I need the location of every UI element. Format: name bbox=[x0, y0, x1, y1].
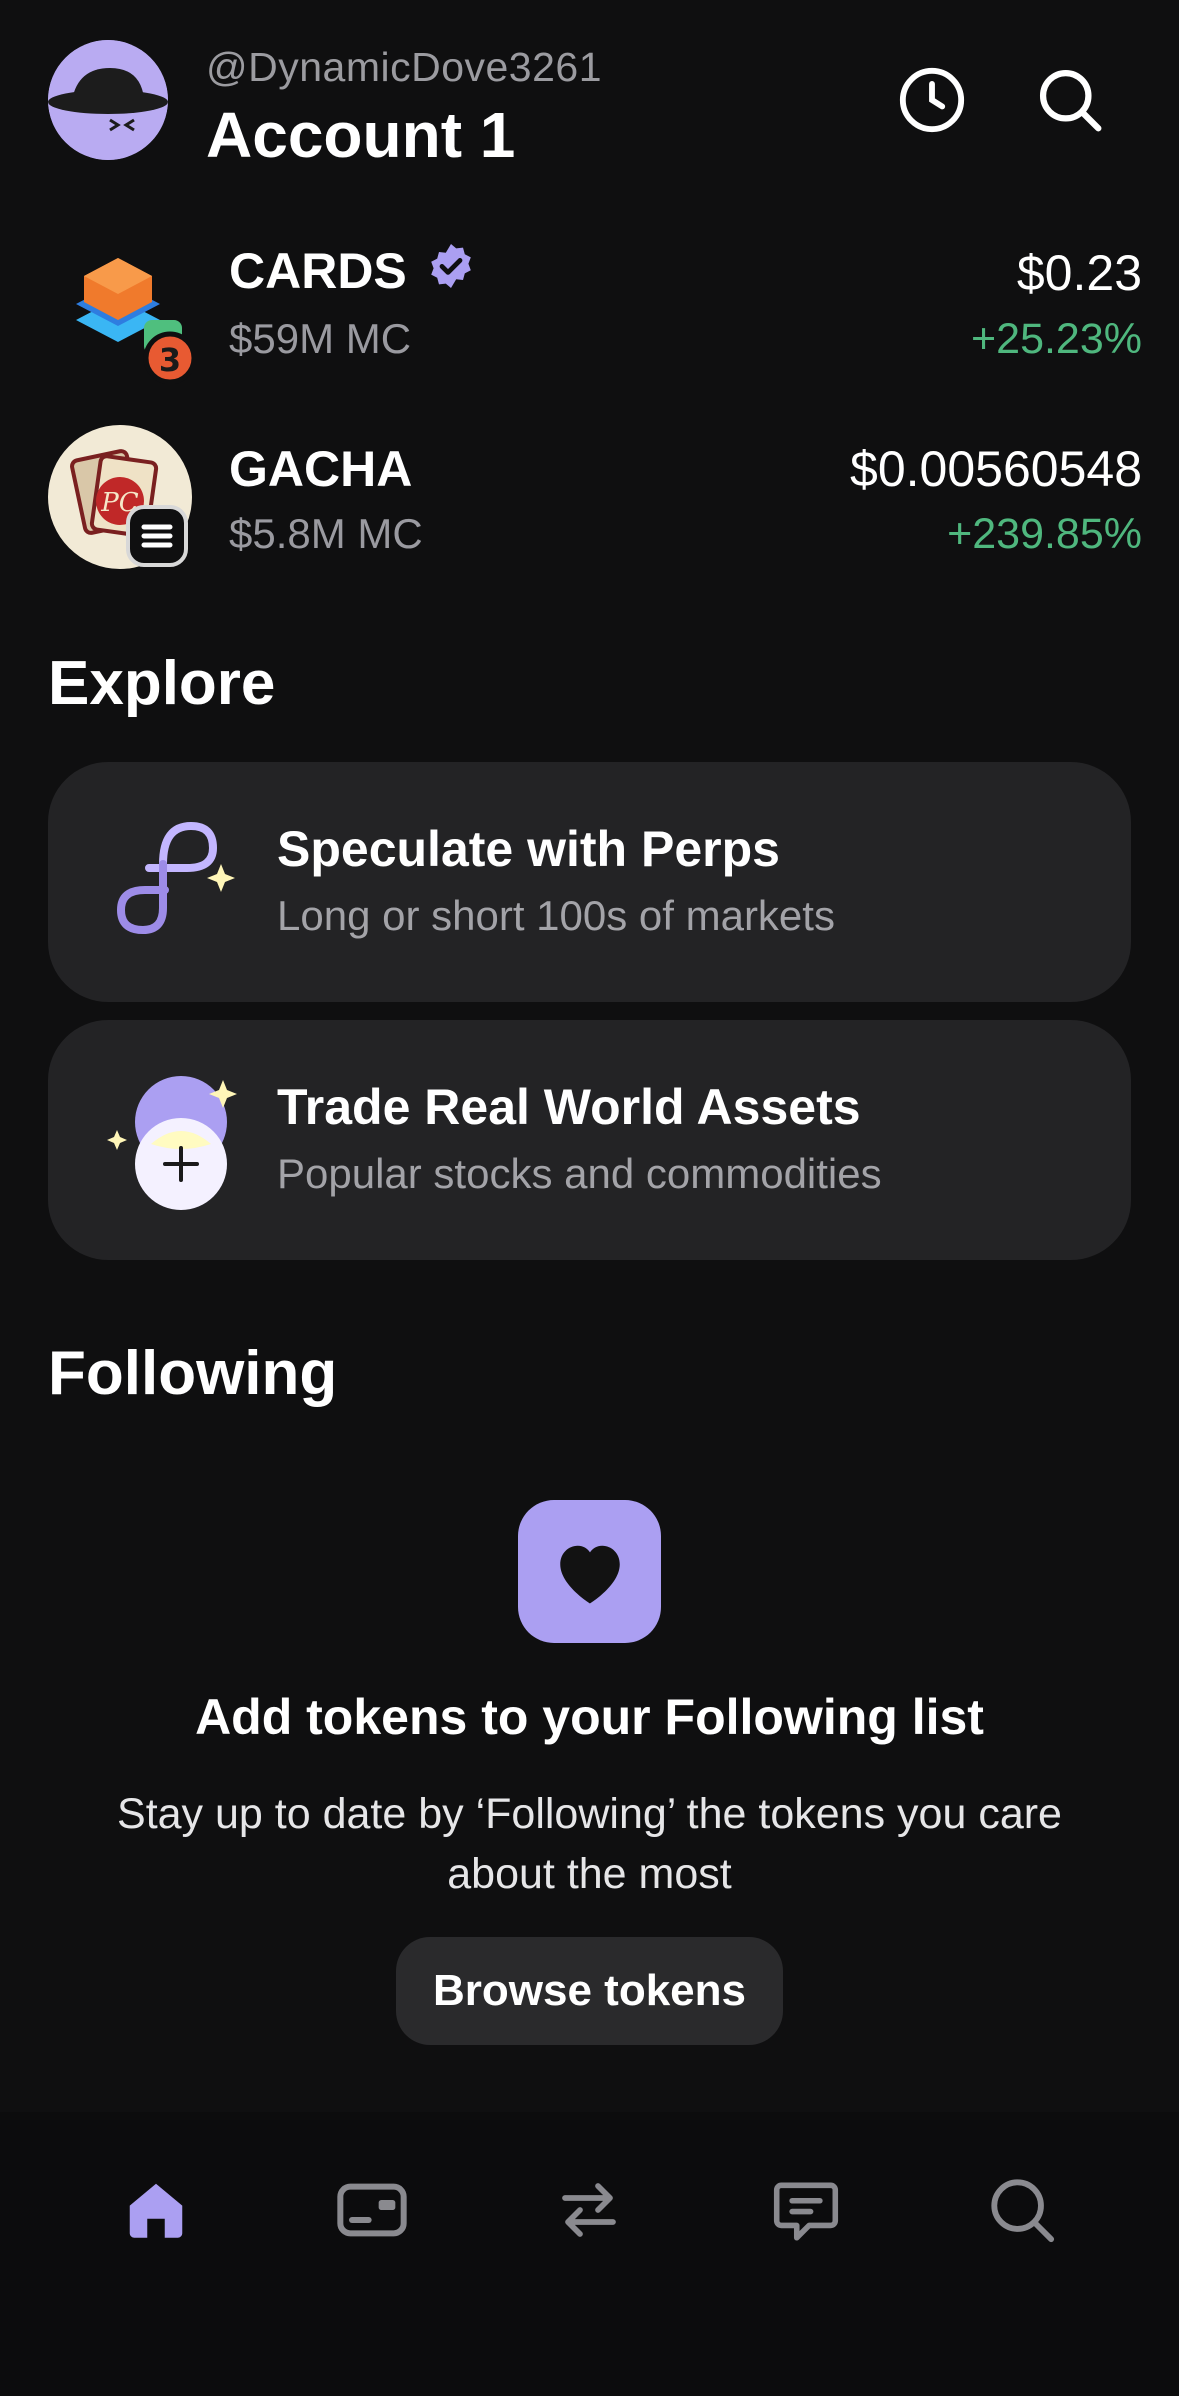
rwa-icon bbox=[103, 1070, 243, 1210]
username: @DynamicDove3261 bbox=[206, 44, 603, 90]
avatar[interactable] bbox=[48, 40, 168, 160]
token-price: $0.00560548 bbox=[850, 441, 1142, 497]
perps-card-title: Speculate with Perps bbox=[277, 821, 780, 877]
svg-text:3: 3 bbox=[159, 341, 181, 379]
swap-icon[interactable] bbox=[539, 2160, 639, 2260]
token-row-cards[interactable]: 3 CARDS $59M MC $0.23 +25.23% bbox=[0, 200, 1179, 385]
token-change: +25.23% bbox=[971, 315, 1142, 363]
gacha-token-icon: PC bbox=[48, 425, 192, 569]
token-name-text: CARDS bbox=[229, 243, 407, 299]
following-section-title: Following bbox=[48, 1339, 338, 1408]
rwa-card-title: Trade Real World Assets bbox=[277, 1079, 861, 1135]
following-empty-description: Stay up to date by ‘Following’ the token… bbox=[117, 1790, 1062, 1898]
following-empty-title: Add tokens to your Following list bbox=[195, 1689, 984, 1745]
browse-tokens-button[interactable]: Browse tokens bbox=[396, 1937, 783, 2045]
token-price: $0.23 bbox=[1016, 245, 1142, 301]
chat-icon[interactable] bbox=[756, 2160, 856, 2260]
account-name[interactable]: Account 1 bbox=[206, 98, 515, 172]
token-name: CARDS bbox=[229, 242, 475, 300]
app-screen: 3 CARDS $59M MC $0.23 +25.23% PC GACHA $… bbox=[0, 0, 1179, 2396]
token-name: GACHA bbox=[229, 441, 413, 497]
token-market-cap: $5.8M MC bbox=[229, 510, 423, 557]
token-market-cap: $59M MC bbox=[229, 315, 412, 362]
clock-icon[interactable] bbox=[892, 60, 972, 140]
search-icon[interactable] bbox=[1030, 60, 1110, 140]
wallet-icon[interactable] bbox=[322, 2160, 422, 2260]
header-bar: @DynamicDove3261 Account 1 bbox=[0, 0, 1179, 185]
rwa-card-subtitle: Popular stocks and commodities bbox=[277, 1150, 882, 1197]
search-nav-icon[interactable] bbox=[972, 2160, 1072, 2260]
explore-section-title: Explore bbox=[48, 649, 276, 718]
perps-icon bbox=[103, 812, 243, 952]
token-change: +239.85% bbox=[947, 510, 1142, 558]
perps-card[interactable]: Speculate with Perps Long or short 100s … bbox=[48, 762, 1131, 1002]
perps-card-subtitle: Long or short 100s of markets bbox=[277, 892, 835, 939]
token-row-gacha[interactable]: PC GACHA $5.8M MC $0.00560548 +239.85% bbox=[0, 400, 1179, 570]
home-icon[interactable] bbox=[106, 2160, 206, 2260]
cards-token-icon: 3 bbox=[48, 240, 197, 385]
heart-icon bbox=[518, 1500, 661, 1643]
verified-badge-icon bbox=[430, 244, 471, 288]
rwa-card[interactable]: Trade Real World Assets Popular stocks a… bbox=[48, 1020, 1131, 1260]
